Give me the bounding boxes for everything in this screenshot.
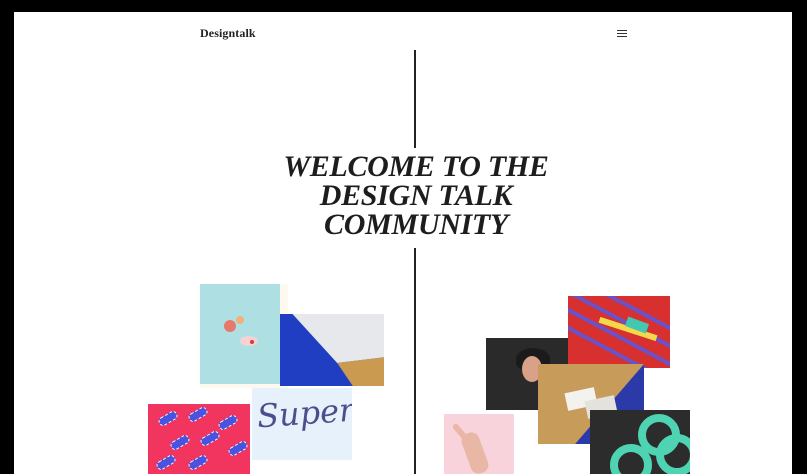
super-lettering: Super xyxy=(255,390,352,436)
collage-tile-stripes xyxy=(568,296,670,368)
collage-tile-green-rings xyxy=(590,410,690,474)
headline-line-1: WELCOME TO THE xyxy=(283,150,549,183)
collage-tile-pink-pattern xyxy=(148,404,250,474)
center-divider xyxy=(414,50,416,474)
collage-tile-fruit xyxy=(200,284,280,384)
site-logo[interactable]: Designtalk xyxy=(200,26,256,41)
collage-tile-hand xyxy=(444,414,514,474)
hero-headline: WELCOME TO THE DESIGN TALK COMMUNITY xyxy=(218,150,614,241)
landing-page: Designtalk WELCOME TO THE DESIGN TALK CO… xyxy=(14,12,792,474)
collage-tile-super: Super xyxy=(252,388,352,460)
headline-line-3: COMMUNITY xyxy=(324,208,508,241)
hamburger-menu-icon[interactable] xyxy=(617,30,627,38)
collage-tile-blue-paper xyxy=(280,314,384,386)
headline-line-2: DESIGN TALK xyxy=(319,179,513,212)
